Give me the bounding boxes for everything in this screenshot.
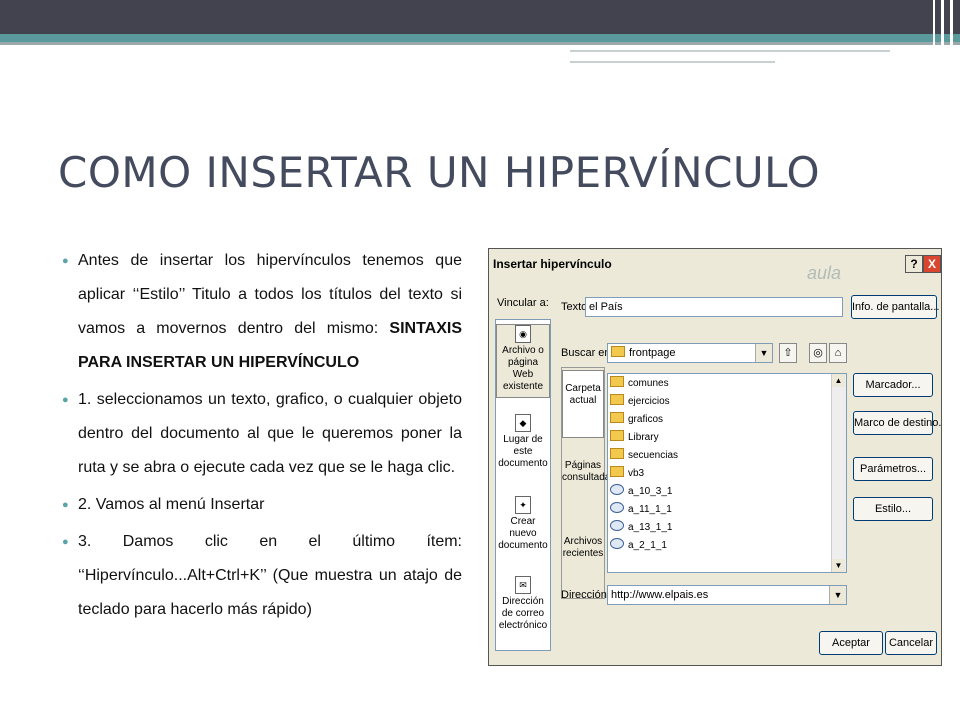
look-in-dropdown[interactable]: frontpage ▼ bbox=[607, 343, 773, 363]
bookmark-button[interactable]: Marcador... bbox=[853, 373, 933, 397]
target-frame-button[interactable]: Marco de destino... bbox=[853, 411, 941, 435]
header-stripe bbox=[933, 0, 935, 62]
list-item[interactable]: comunes bbox=[610, 376, 669, 392]
ok-button[interactable]: Aceptar bbox=[819, 631, 883, 655]
cancel-button[interactable]: Cancelar bbox=[885, 631, 937, 655]
link-option-label: Crear nuevo documento bbox=[498, 516, 548, 551]
address-value: http://www.elpais.es bbox=[611, 589, 709, 601]
web-file-icon bbox=[610, 538, 624, 549]
folder-icon bbox=[610, 466, 624, 477]
bullet-dot-icon: ● bbox=[62, 499, 69, 511]
file-name: a_13_1_1 bbox=[628, 522, 673, 533]
file-name: graficos bbox=[628, 414, 664, 425]
tab-current-folder[interactable]: Carpeta actual bbox=[562, 370, 604, 438]
bullet-dot-icon: ● bbox=[62, 394, 69, 406]
file-name: a_2_1_1 bbox=[628, 540, 667, 551]
parameters-button[interactable]: Parámetros... bbox=[853, 457, 933, 481]
new-document-icon: ✦ bbox=[515, 496, 531, 514]
folder-icon bbox=[610, 394, 624, 405]
bullet-text: 1. seleccionamos un texto, grafico, o cu… bbox=[78, 391, 462, 476]
bullet-list: ● Antes de insertar los hipervínculos te… bbox=[62, 244, 462, 630]
folder-icon bbox=[611, 346, 629, 359]
file-name: a_10_3_1 bbox=[628, 486, 673, 497]
header-rule bbox=[570, 50, 890, 52]
file-name: vb3 bbox=[628, 468, 645, 479]
screentip-button[interactable]: Info. de pantalla... bbox=[851, 295, 939, 319]
link-option-label: Archivo o página Web existente bbox=[502, 345, 544, 392]
list-item[interactable]: ejercicios bbox=[610, 394, 670, 410]
style-button[interactable]: Estilo... bbox=[853, 497, 933, 521]
web-file-icon bbox=[610, 484, 624, 495]
document-place-icon: ◆ bbox=[515, 414, 531, 432]
file-name: comunes bbox=[628, 378, 669, 389]
header-band-dark bbox=[0, 0, 960, 34]
header-stripe bbox=[941, 0, 944, 62]
link-option-email[interactable]: ✉ Dirección de correo electrónico bbox=[496, 576, 550, 646]
file-list-scrollbar[interactable]: ▲ ▼ bbox=[831, 374, 846, 572]
link-option-new-document[interactable]: ✦ Crear nuevo documento bbox=[496, 496, 550, 566]
link-option-existing-file[interactable]: ◉ Archivo o página Web existente bbox=[496, 324, 550, 398]
web-file-icon bbox=[610, 520, 624, 531]
list-item[interactable]: a_11_1_1 bbox=[610, 502, 672, 518]
bullet-item: ● Antes de insertar los hipervínculos te… bbox=[62, 244, 462, 380]
look-in-label: Buscar en: bbox=[561, 347, 614, 359]
bullet-dot-icon: ● bbox=[62, 255, 69, 267]
list-item[interactable]: graficos bbox=[610, 412, 663, 428]
bullet-item: ● 2. Vamos al menú Insertar bbox=[62, 488, 462, 522]
bullet-text: 2. Vamos al menú Insertar bbox=[78, 496, 265, 513]
web-search-icon[interactable]: ◎ bbox=[809, 343, 827, 363]
list-item[interactable]: a_13_1_1 bbox=[610, 520, 673, 536]
header-rule bbox=[570, 61, 775, 63]
text-field[interactable]: el País bbox=[585, 297, 843, 317]
chevron-up-icon[interactable]: ▲ bbox=[832, 374, 845, 387]
slide-title: COMO INSERTAR UN HIPERVÍNCULO bbox=[58, 148, 821, 197]
tab-browsed-pages[interactable]: Páginas consultadas bbox=[562, 448, 615, 512]
address-field[interactable]: http://www.elpais.es ▼ bbox=[607, 585, 847, 605]
folder-icon bbox=[610, 430, 624, 441]
email-icon: ✉ bbox=[515, 576, 531, 594]
insert-hyperlink-dialog: Insertar hipervínculo aula ? X Vincular … bbox=[488, 248, 942, 666]
link-option-label: Lugar de este documento bbox=[498, 434, 548, 469]
link-option-place-in-document[interactable]: ◆ Lugar de este documento bbox=[496, 414, 550, 484]
link-to-bar: ◉ Archivo o página Web existente ◆ Lugar… bbox=[495, 319, 551, 651]
list-item[interactable]: Library bbox=[610, 430, 659, 446]
look-in-value: frontpage bbox=[629, 347, 676, 359]
dialog-title: Insertar hipervínculo bbox=[493, 257, 612, 271]
chevron-down-icon[interactable]: ▼ bbox=[832, 559, 845, 572]
chevron-down-icon[interactable]: ▼ bbox=[829, 586, 846, 604]
chevron-down-icon[interactable]: ▼ bbox=[755, 344, 772, 362]
bullet-item: ● 1. seleccionamos un texto, grafico, o … bbox=[62, 383, 462, 485]
file-name: a_11_1_1 bbox=[628, 504, 672, 515]
list-item[interactable]: a_2_1_1 bbox=[610, 538, 667, 554]
file-name: ejercicios bbox=[628, 396, 670, 407]
watermark-logo: aula bbox=[807, 263, 842, 283]
help-button[interactable]: ? bbox=[905, 255, 923, 273]
link-to-label: Vincular a: bbox=[497, 297, 549, 309]
header-band-teal bbox=[0, 34, 960, 42]
browse-folder-icon[interactable]: ⌂ bbox=[829, 343, 847, 363]
list-item[interactable]: a_10_3_1 bbox=[610, 484, 673, 500]
left-tabs: Carpeta actual Páginas consultadas Archi… bbox=[561, 367, 615, 599]
header-stripe bbox=[950, 0, 953, 62]
web-file-icon bbox=[610, 502, 624, 513]
list-item[interactable]: vb3 bbox=[610, 466, 644, 482]
file-name: secuencias bbox=[628, 450, 679, 461]
header-band-grey bbox=[0, 42, 960, 45]
list-item[interactable]: secuencias bbox=[610, 448, 678, 464]
folder-icon bbox=[610, 412, 624, 423]
file-name: Library bbox=[628, 432, 659, 443]
folder-icon bbox=[610, 376, 624, 387]
up-folder-icon[interactable]: ⇧ bbox=[779, 343, 797, 363]
bullet-text: 3. Damos clic en el último ítem: ‘‘Hiper… bbox=[78, 533, 462, 618]
link-option-label: Dirección de correo electrónico bbox=[498, 596, 548, 631]
web-page-icon: ◉ bbox=[515, 325, 531, 343]
folder-icon bbox=[610, 448, 624, 459]
bullet-item: ● 3. Damos clic en el último ítem: ‘‘Hip… bbox=[62, 525, 462, 627]
tab-recent-files[interactable]: Archivos recientes bbox=[562, 524, 604, 588]
address-label: Dirección: bbox=[561, 589, 610, 601]
bullet-dot-icon: ● bbox=[62, 536, 69, 548]
file-list: comunes ejercicios graficos Library secu… bbox=[607, 373, 847, 573]
close-button[interactable]: X bbox=[923, 255, 941, 273]
